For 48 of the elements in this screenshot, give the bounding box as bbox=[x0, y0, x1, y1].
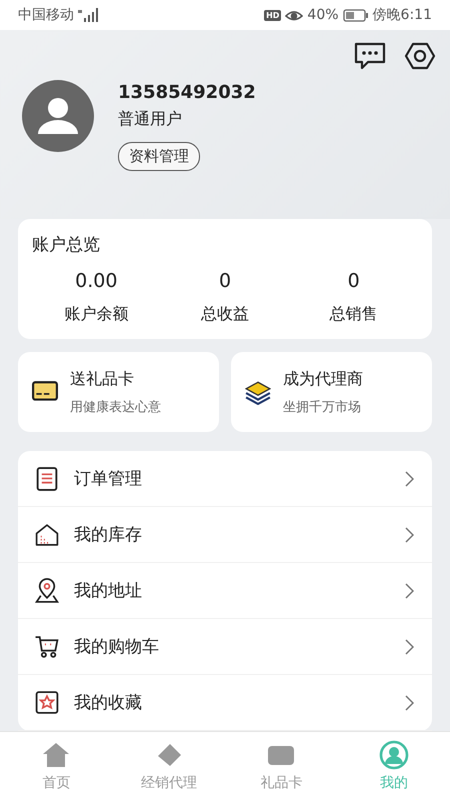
message-icon[interactable] bbox=[354, 42, 386, 70]
hd-badge: HD bbox=[264, 10, 282, 20]
menu-item[interactable]: 我的购物车 bbox=[18, 619, 432, 675]
settings-icon[interactable] bbox=[404, 42, 436, 70]
profile-button[interactable]: 资料管理 bbox=[118, 142, 200, 171]
stat-value: 0 bbox=[348, 270, 360, 292]
chevron-right-icon bbox=[404, 470, 414, 486]
promo-title: 送礼品卡 bbox=[70, 368, 135, 390]
cart-icon bbox=[34, 634, 60, 660]
promo-card[interactable]: 成为代理商 坐拥千万市场 bbox=[231, 352, 432, 432]
menu-label: 我的地址 bbox=[74, 580, 143, 602]
battery-percent: 40% bbox=[307, 7, 339, 23]
menu-item[interactable]: 我的地址 bbox=[18, 563, 432, 619]
menu-item[interactable]: 订单管理 bbox=[18, 451, 432, 507]
promo-title: 成为代理商 bbox=[283, 368, 363, 390]
chevron-right-icon bbox=[404, 694, 414, 710]
stat-label: 总收益 bbox=[200, 304, 249, 325]
menu-label: 订单管理 bbox=[74, 468, 143, 490]
star-frame-icon bbox=[34, 690, 60, 716]
promo-subtitle: 用健康表达心意 bbox=[70, 398, 161, 416]
battery-icon bbox=[342, 8, 369, 22]
card-title: 账户总览 bbox=[32, 234, 101, 256]
layers-icon bbox=[245, 379, 271, 405]
profile-icon bbox=[378, 740, 409, 770]
menu-item[interactable]: 我的库存 bbox=[18, 507, 432, 563]
phone-number: 13585492032 bbox=[118, 82, 256, 103]
chevron-right-icon bbox=[404, 582, 414, 598]
menu-label: 我的库存 bbox=[74, 524, 143, 546]
menu-label: 我的购物车 bbox=[74, 636, 160, 658]
stat-value: 0 bbox=[218, 270, 232, 292]
home-icon bbox=[41, 740, 72, 770]
promo-card[interactable]: 送礼品卡 用健康表达心意 bbox=[18, 352, 219, 432]
avatar-icon bbox=[22, 80, 94, 152]
stat-label: 账户余额 bbox=[64, 304, 128, 325]
chevron-right-icon bbox=[404, 638, 414, 654]
menu-label: 我的收藏 bbox=[74, 692, 143, 714]
promo-subtitle: 坐拥千万市场 bbox=[283, 398, 362, 416]
location-pin-icon bbox=[34, 578, 60, 604]
user-role: 普通用户 bbox=[118, 109, 182, 130]
eye-icon bbox=[285, 8, 304, 22]
clock-time: 傍晚6:11 bbox=[372, 6, 432, 24]
stat-label: 总销售 bbox=[330, 304, 378, 325]
signal-icon bbox=[78, 8, 98, 22]
carrier-name: 中国移动 bbox=[18, 6, 74, 24]
house-icon bbox=[34, 522, 60, 548]
stat-value: 0.00 bbox=[75, 270, 118, 292]
clipboard-icon bbox=[34, 466, 60, 492]
chevron-right-icon bbox=[404, 526, 414, 542]
